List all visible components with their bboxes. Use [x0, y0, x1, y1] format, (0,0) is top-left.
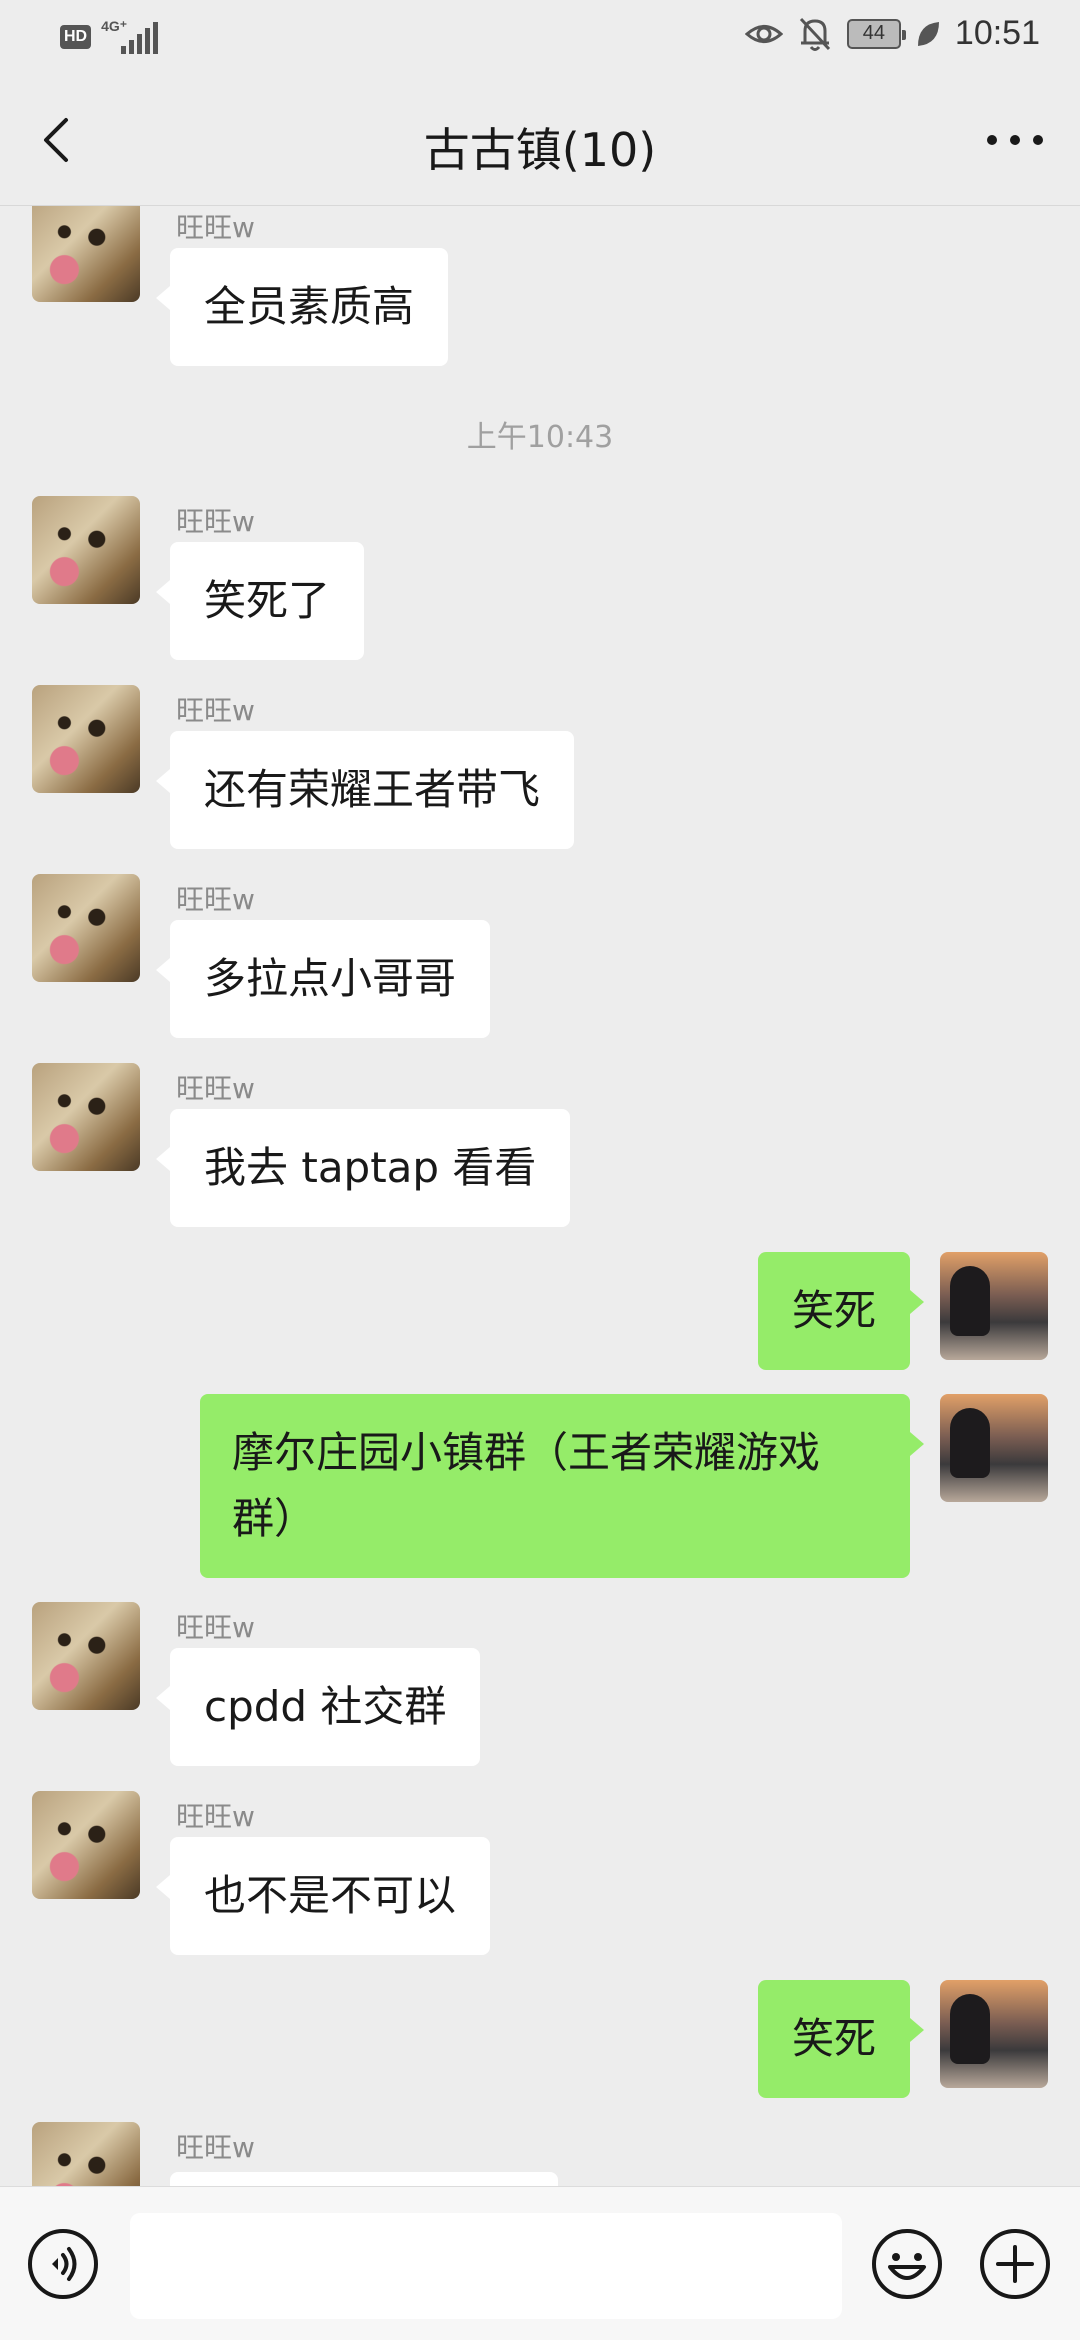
sender-avatar[interactable]	[32, 206, 140, 302]
leaf-icon	[917, 21, 939, 46]
message-bubble[interactable]: 我去 taptap 看看	[155, 1109, 571, 1227]
message-outgoing: 摩尔庄园小镇群（王者荣耀游戏 群）	[0, 1394, 1080, 1578]
plus-icon[interactable]	[978, 2227, 1052, 2301]
my-avatar[interactable]	[940, 1252, 1048, 1360]
sender-avatar[interactable]	[32, 2122, 140, 2186]
battery-icon: 44	[846, 18, 906, 49]
message-bubble[interactable]: 全员素质高	[155, 248, 449, 366]
chat-header: 古古镇(10)	[0, 74, 1080, 206]
message-incoming: 旺旺w 多拉点小哥哥	[0, 874, 1080, 1044]
message-incoming: 旺旺w 笑死了	[0, 496, 1080, 666]
sender-name: 旺旺w	[176, 694, 255, 727]
message-bubble[interactable]: 笑死	[757, 1980, 925, 2098]
message-bubble[interactable]	[170, 2172, 558, 2186]
sender-avatar[interactable]	[32, 496, 140, 604]
status-right: 44 10:51	[744, 14, 1040, 53]
message-incoming: 旺旺w	[0, 2122, 1080, 2186]
battery-level: 44	[862, 22, 886, 44]
message-bubble[interactable]: 笑死	[757, 1252, 925, 1370]
message-bubble[interactable]: 还有荣耀王者带飞	[155, 731, 575, 849]
message-outgoing: 笑死	[0, 1980, 1080, 2100]
message-incoming: 旺旺w cpdd 社交群	[0, 1602, 1080, 1772]
message-incoming: 旺旺w 还有荣耀王者带飞	[0, 685, 1080, 855]
message-outgoing: 笑死	[0, 1252, 1080, 1372]
message-incoming: 旺旺w 也不是不可以	[0, 1791, 1080, 1961]
message-bubble[interactable]: 多拉点小哥哥	[155, 920, 491, 1038]
message-incoming: 旺旺w 全员素质高	[0, 206, 1080, 366]
sender-avatar[interactable]	[32, 1602, 140, 1710]
sender-name: 旺旺w	[176, 505, 255, 538]
emoji-icon[interactable]	[870, 2227, 944, 2301]
status-left: HD 4G⁺	[60, 18, 161, 54]
sender-name: 旺旺w	[176, 211, 255, 244]
more-options-icon[interactable]	[980, 110, 1050, 170]
sender-avatar[interactable]	[32, 874, 140, 982]
mute-bell-icon	[799, 17, 831, 51]
sender-avatar[interactable]	[32, 1791, 140, 1899]
message-list[interactable]: 旺旺w 全员素质高 上午10:43 旺旺w 笑死了 旺旺w 还有荣耀王者带飞 旺…	[0, 206, 1080, 2186]
hd-badge: HD	[60, 25, 92, 49]
message-incoming: 旺旺w 我去 taptap 看看	[0, 1063, 1080, 1233]
signal-icon: 4G⁺	[101, 18, 161, 54]
message-bubble[interactable]: cpdd 社交群	[155, 1648, 481, 1766]
input-bar	[0, 2186, 1080, 2340]
message-bubble[interactable]: 也不是不可以	[155, 1837, 491, 1955]
my-avatar[interactable]	[940, 1394, 1048, 1502]
my-avatar[interactable]	[940, 1980, 1048, 2088]
message-timestamp: 上午10:43	[466, 420, 614, 455]
voice-icon[interactable]	[26, 2227, 100, 2301]
message-bubble[interactable]: 摩尔庄园小镇群（王者荣耀游戏 群）	[200, 1394, 924, 1578]
message-bubble[interactable]: 笑死了	[155, 542, 365, 660]
clock: 10:51	[954, 14, 1040, 52]
sender-name: 旺旺w	[176, 2131, 255, 2164]
sender-avatar[interactable]	[32, 1063, 140, 1171]
status-bar: HD 4G⁺ 44 10:51	[0, 0, 1080, 74]
sender-name: 旺旺w	[176, 1072, 255, 1105]
sender-name: 旺旺w	[176, 1800, 255, 1833]
sender-name: 旺旺w	[176, 1611, 255, 1644]
eye-icon	[744, 24, 783, 43]
chat-title: 古古镇(10)	[423, 123, 657, 177]
sender-avatar[interactable]	[32, 685, 140, 793]
sender-name: 旺旺w	[176, 883, 255, 916]
message-input[interactable]	[130, 2213, 842, 2319]
